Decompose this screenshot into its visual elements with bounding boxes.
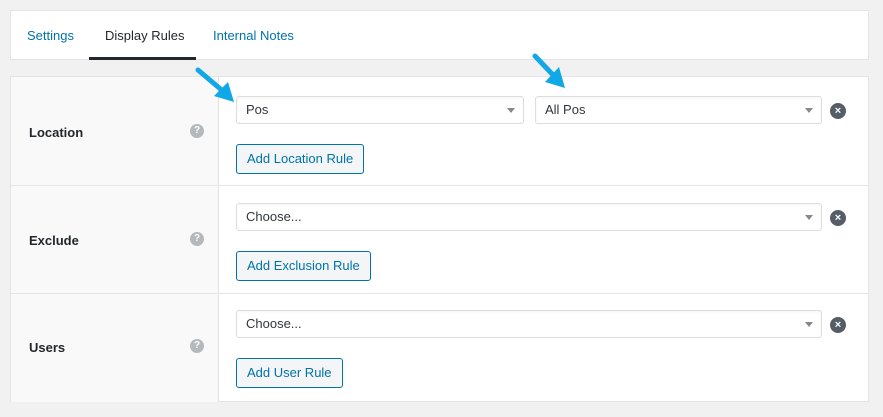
remove-rule-icon[interactable]: × <box>830 317 846 333</box>
exclude-select-value: Choose... <box>246 209 302 224</box>
location-value-text: All Pos <box>545 102 586 117</box>
location-type-select[interactable]: Pos <box>236 96 524 124</box>
tabs-panel: Settings Display Rules Internal Notes <box>10 10 869 60</box>
annotation-arrow-icon <box>195 67 234 102</box>
users-select[interactable]: Choose... <box>236 310 822 338</box>
chevron-down-icon <box>805 215 813 220</box>
users-rule-row: Users ? Choose... × Add User Rule <box>11 294 868 402</box>
remove-rule-icon[interactable]: × <box>830 210 846 226</box>
add-user-rule-button[interactable]: Add User Rule <box>236 358 343 388</box>
tab-display-rules[interactable]: Display Rules <box>105 11 184 60</box>
exclude-rule-row: Exclude ? Choose... × Add Exclusion Rule <box>11 186 868 294</box>
annotation-arrow-icon <box>532 53 565 88</box>
chevron-down-icon <box>507 108 515 113</box>
active-tab-indicator <box>89 57 196 60</box>
add-location-rule-button[interactable]: Add Location Rule <box>236 144 365 174</box>
row-label-column: Location ? <box>11 77 219 185</box>
row-label-column: Exclude ? <box>11 186 219 293</box>
row-label-column: Users ? <box>11 294 219 402</box>
location-value-select[interactable]: All Pos <box>535 96 822 124</box>
location-type-value: Pos <box>246 102 269 117</box>
tab-settings[interactable]: Settings <box>27 11 74 60</box>
location-rule-row: Location ? Pos All Pos × Add Location Ru… <box>11 77 868 186</box>
location-label: Location <box>29 125 84 140</box>
add-exclusion-rule-button[interactable]: Add Exclusion Rule <box>236 251 371 281</box>
chevron-down-icon <box>805 322 813 327</box>
chevron-down-icon <box>805 108 813 113</box>
users-select-value: Choose... <box>246 316 302 331</box>
users-label: Users <box>29 340 66 355</box>
remove-rule-icon[interactable]: × <box>830 103 846 119</box>
exclude-label: Exclude <box>29 233 79 248</box>
help-icon[interactable]: ? <box>190 232 204 246</box>
display-rules-panel: Location ? Pos All Pos × Add Location Ru… <box>10 76 869 402</box>
help-icon[interactable]: ? <box>190 339 204 353</box>
tab-internal-notes[interactable]: Internal Notes <box>213 11 294 60</box>
help-icon[interactable]: ? <box>190 124 204 138</box>
exclude-select[interactable]: Choose... <box>236 203 822 231</box>
